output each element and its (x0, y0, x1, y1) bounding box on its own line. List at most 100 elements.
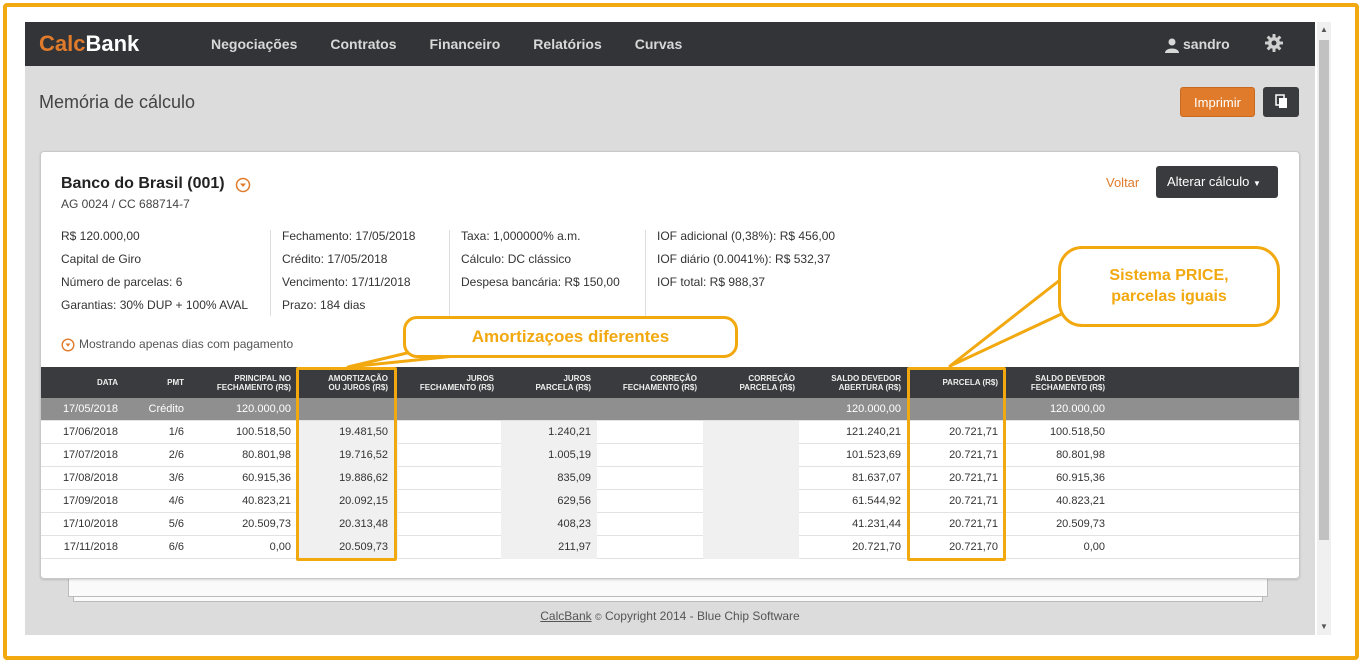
info-value: R$ 120.000,00 (61, 229, 140, 243)
table-cell (398, 490, 494, 513)
info-column-rates: Taxa: 1,000000% a.m. Cálculo: DC clássic… (461, 228, 620, 297)
column-header[interactable]: PRINCIPAL NO FECHAMENTO (R$) (191, 367, 291, 398)
table-row: 17/09/2018 4/6 40.823,21 20.092,15 629,56 61.… (41, 490, 1299, 513)
table-cell: Crédito (148, 403, 184, 415)
info-guarantees: Garantias: 30% DUP + 100% AVAL (61, 298, 249, 312)
highlight-amortization-column (296, 367, 397, 561)
scroll-thumb[interactable] (1319, 40, 1329, 540)
info-rate: Taxa: 1,000000% a.m. (461, 229, 581, 243)
column-header[interactable]: SALDO DEVEDOR FECHAMENTO (R$) (1007, 367, 1105, 398)
gear-icon[interactable] (1265, 34, 1283, 52)
table-cell (501, 398, 597, 421)
table-cell: 17/11/2018 (63, 541, 118, 553)
table-cell (597, 490, 697, 513)
back-link[interactable]: Voltar (1106, 175, 1139, 190)
copyright-symbol: © (594, 612, 602, 622)
table-cell: 17/06/2018 (62, 426, 118, 438)
table-cell: 20.509,73 (242, 518, 291, 530)
table-cell: 41.231,44 (852, 518, 901, 530)
scroll-down-icon[interactable]: ▼ (1317, 621, 1331, 633)
table-cell (597, 398, 697, 421)
nav-financeiro[interactable]: Financeiro (430, 22, 501, 66)
table-cell: 61.544,92 (852, 495, 901, 507)
info-iof-additional: IOF adicional (0,38%): R$ 456,00 (657, 229, 836, 243)
table-row: 17/06/2018 1/6 100.518,50 19.481,50 1.240,21… (41, 421, 1299, 444)
table-row: 17/11/2018 6/6 0,00 20.509,73 211,97 20.721,7… (41, 536, 1299, 559)
table-cell (597, 536, 697, 559)
filter-toggle[interactable]: Mostrando apenas dias com pagamento (61, 337, 293, 352)
table-cell: 1.005,19 (501, 444, 597, 467)
info-iof-total: IOF total: R$ 988,37 (657, 275, 766, 289)
nav-relatorios[interactable]: Relatórios (533, 22, 601, 66)
table-cell: 5/6 (168, 518, 184, 530)
table-cell (703, 490, 799, 513)
divider (270, 230, 271, 316)
table-cell: 120.000,00 (235, 403, 291, 415)
nav-contratos[interactable]: Contratos (330, 22, 396, 66)
info-column-dates: Fechamento: 17/05/2018 Crédito: 17/05/20… (282, 228, 415, 320)
table-cell (703, 467, 799, 490)
table-cell (597, 467, 697, 490)
table-cell: 121.240,21 (845, 426, 901, 438)
table-cell: 40.823,21 (1056, 495, 1105, 507)
table-row: 17/10/2018 5/6 20.509,73 20.313,48 408,23 41.… (41, 513, 1299, 536)
table-cell: 408,23 (501, 513, 597, 536)
info-due: Vencimento: 17/11/2018 (282, 275, 411, 289)
callout-pointer-right (948, 278, 1071, 368)
print-button[interactable]: Imprimir (1180, 87, 1255, 117)
highlight-installment-column (907, 367, 1006, 561)
table-row: 17/08/2018 3/6 60.915,36 19.886,62 835,09 81.… (41, 467, 1299, 490)
brand-logo[interactable]: CalcBank (39, 31, 139, 57)
main-nav: Negociações Contratos Financeiro Relatór… (211, 22, 715, 66)
table-cell (703, 444, 799, 467)
table-cell: 0,00 (1083, 541, 1105, 553)
table-cell (398, 398, 494, 421)
callout-line-2: parcelas iguais (1111, 288, 1227, 305)
table-cell: 20.721,70 (852, 541, 901, 553)
copy-button[interactable] (1263, 87, 1299, 117)
table-cell: 81.637,07 (852, 472, 901, 484)
change-calculation-button[interactable]: Alterar cálculo ▼ (1156, 166, 1278, 198)
table-cell: 17/10/2018 (62, 518, 118, 530)
table-cell: 17/08/2018 (62, 472, 118, 484)
info-product: Capital de Giro (61, 252, 142, 266)
vertical-scrollbar[interactable]: ▲ ▼ (1317, 22, 1331, 635)
nav-curvas[interactable]: Curvas (635, 22, 682, 66)
nav-negociacoes[interactable]: Negociações (211, 22, 297, 66)
footer-link[interactable]: CalcBank (540, 609, 591, 623)
filter-label: Mostrando apenas dias com pagamento (79, 337, 294, 351)
footer: CalcBank © Copyright 2014 - Blue Chip So… (25, 609, 1315, 623)
chevron-down-icon[interactable] (235, 177, 251, 193)
column-header[interactable]: JUROS PARCELA (R$) (501, 367, 591, 398)
column-header[interactable]: DATA (41, 367, 118, 398)
table-cell (597, 421, 697, 444)
table-cell: 211,97 (501, 536, 597, 559)
column-header[interactable]: CORREÇÃO PARCELA (R$) (703, 367, 795, 398)
table-cell: 100.518,50 (1049, 426, 1105, 438)
info-column-iof: IOF adicional (0,38%): R$ 456,00 IOF diá… (657, 228, 835, 297)
scroll-up-icon[interactable]: ▲ (1317, 24, 1331, 36)
table-cell: 4/6 (168, 495, 184, 507)
top-navbar: CalcBank Negociações Contratos Financeir… (25, 22, 1315, 66)
table-cell (703, 398, 799, 421)
page-title: Memória de cálculo (39, 92, 196, 112)
column-header[interactable]: SALDO DEVEDOR ABERTURA (R$) (799, 367, 901, 398)
column-header[interactable]: JUROS FECHAMENTO (R$) (398, 367, 494, 398)
callout-line-1: Sistema PRICE, (1109, 267, 1229, 284)
info-closing: Fechamento: 17/05/2018 (282, 229, 416, 243)
column-header[interactable]: PMT (131, 367, 184, 398)
column-header[interactable]: CORREÇÃO FECHAMENTO (R$) (597, 367, 697, 398)
chevron-down-icon (61, 338, 75, 352)
table-row: 17/07/2018 2/6 80.801,98 19.716,52 1.005,19 1… (41, 444, 1299, 467)
table-cell: 835,09 (501, 467, 597, 490)
table-cell (597, 513, 697, 536)
table-cell (597, 444, 697, 467)
footer-text: Copyright 2014 - Blue Chip Software (604, 609, 800, 623)
user-menu[interactable]: sandro (1165, 22, 1230, 66)
table-cell (398, 421, 494, 444)
info-installments: Número de parcelas: 6 (61, 275, 183, 289)
calculation-card: Banco do Brasil (001) AG 0024 / CC 68871… (40, 151, 1300, 579)
bank-name: Banco do Brasil (001) (61, 175, 225, 192)
table-cell: 60.915,36 (242, 472, 291, 484)
info-column-contract: R$ 120.000,00 Capital de Giro Número de … (61, 228, 248, 320)
